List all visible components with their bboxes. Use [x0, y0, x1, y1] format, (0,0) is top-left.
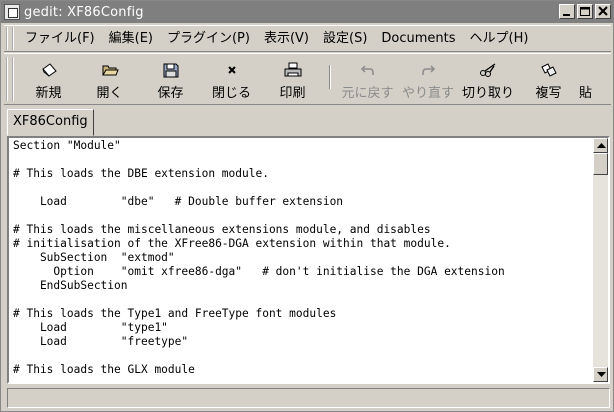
menu-edit[interactable]: 編集(E): [102, 27, 160, 51]
editor-line: # This loads the DBE extension module.: [13, 167, 269, 180]
minimize-button[interactable]: [559, 4, 575, 19]
close-button[interactable]: 閉じる: [201, 55, 262, 103]
menu-settings[interactable]: 設定(S): [316, 27, 374, 51]
close-icon: [598, 6, 608, 16]
new-button[interactable]: 新規: [18, 55, 79, 103]
status-bar: [7, 388, 610, 408]
editor-frame: Section "Module" # This loads the DBE ex…: [7, 136, 610, 384]
toolbar-separator: [329, 65, 331, 89]
menu-documents[interactable]: Documents: [374, 27, 462, 51]
save-button[interactable]: 保存: [140, 55, 201, 103]
document-tabs: XF86Config: [4, 107, 611, 136]
floppy-disk-icon: [161, 61, 181, 79]
paste-label: 貼: [579, 86, 593, 101]
redo-button[interactable]: やり直す: [398, 55, 458, 103]
new-label: 新規: [35, 86, 62, 101]
close-x-icon: [222, 61, 242, 79]
menu-help[interactable]: ヘルプ(H): [463, 27, 536, 51]
print-button[interactable]: 印刷: [262, 55, 323, 103]
vertical-scrollbar[interactable]: [593, 138, 608, 382]
editor-line: Load "type1": [13, 321, 168, 334]
title-bar[interactable]: gedit: XF86Config: [1, 1, 613, 23]
copy-label: 複写: [535, 86, 562, 101]
maximize-icon: [580, 7, 590, 16]
editor-line: # This loads the Type1 and FreeType font…: [13, 307, 337, 320]
toolbar: 新規 開く 保存 閉じる 印刷 元に戻す やり直す 切り取り 複写 貼: [18, 55, 601, 103]
scrollbar-thumb[interactable]: [593, 153, 608, 175]
window-controls: [559, 4, 611, 19]
toolbar-grip-handle[interactable]: [6, 57, 14, 101]
window-title: gedit: XF86Config: [24, 4, 144, 20]
minimize-icon: [563, 14, 570, 16]
close-label: 閉じる: [211, 86, 251, 101]
copy-icon: [539, 61, 559, 79]
app-icon[interactable]: [4, 4, 20, 20]
paste-button[interactable]: 貼: [579, 55, 601, 103]
menubar: ファイル(F) 編集(E) プラグイン(P) 表示(V) 設定(S) Docum…: [18, 27, 535, 51]
printer-icon: [283, 61, 303, 79]
undo-arrow-icon: [358, 61, 378, 79]
editor-line: Load "dbe" # Double buffer extension: [13, 195, 344, 208]
save-label: 保存: [157, 86, 184, 101]
new-file-icon: [39, 61, 59, 79]
menu-file[interactable]: ファイル(F): [18, 27, 102, 51]
editor-line: # This loads the miscellaneous extension…: [13, 223, 431, 236]
open-label: 開く: [96, 86, 123, 101]
redo-arrow-icon: [418, 61, 438, 79]
editor-line: Load "freetype": [13, 335, 189, 348]
copy-button[interactable]: 複写: [518, 55, 579, 103]
toolbar-container: 新規 開く 保存 閉じる 印刷 元に戻す やり直す 切り取り 複写 貼: [4, 53, 611, 105]
scissors-icon: [478, 61, 498, 79]
menu-plugins[interactable]: プラグイン(P): [160, 27, 257, 51]
editor-line: Option "omit xfree86-dga" # don't initia…: [13, 265, 505, 278]
menubar-grip-handle[interactable]: [6, 27, 14, 50]
editor-line: SubSection "extmod": [13, 251, 175, 264]
arrow-down-icon: [597, 372, 606, 377]
editor-line: # This loads the GLX module: [13, 363, 195, 376]
redo-label: やり直す: [401, 86, 454, 101]
gedit-window: gedit: XF86Config ファイル(F) 編集(E) プラグイン(P)…: [0, 0, 614, 412]
print-label: 印刷: [279, 86, 306, 101]
editor-line: # initialisation of the XFree86-DGA exte…: [13, 237, 451, 250]
open-folder-icon: [100, 61, 120, 79]
cut-button[interactable]: 切り取り: [458, 55, 518, 103]
scroll-up-button[interactable]: [593, 138, 608, 153]
undo-label: 元に戻す: [341, 86, 394, 101]
close-window-button[interactable]: [595, 4, 611, 19]
editor-line: Section "Module": [13, 139, 121, 152]
menu-view[interactable]: 表示(V): [257, 27, 316, 51]
arrow-up-icon: [597, 143, 606, 148]
scroll-down-button[interactable]: [593, 367, 608, 382]
menubar-container: ファイル(F) 編集(E) プラグイン(P) 表示(V) 設定(S) Docum…: [4, 25, 611, 52]
editor-line: EndSubSection: [13, 279, 128, 292]
text-editor[interactable]: Section "Module" # This loads the DBE ex…: [10, 139, 594, 381]
open-button[interactable]: 開く: [79, 55, 140, 103]
tab-xf86config[interactable]: XF86Config: [7, 109, 94, 136]
undo-button[interactable]: 元に戻す: [337, 55, 398, 103]
maximize-button[interactable]: [577, 4, 593, 19]
cut-label: 切り取り: [461, 86, 514, 101]
